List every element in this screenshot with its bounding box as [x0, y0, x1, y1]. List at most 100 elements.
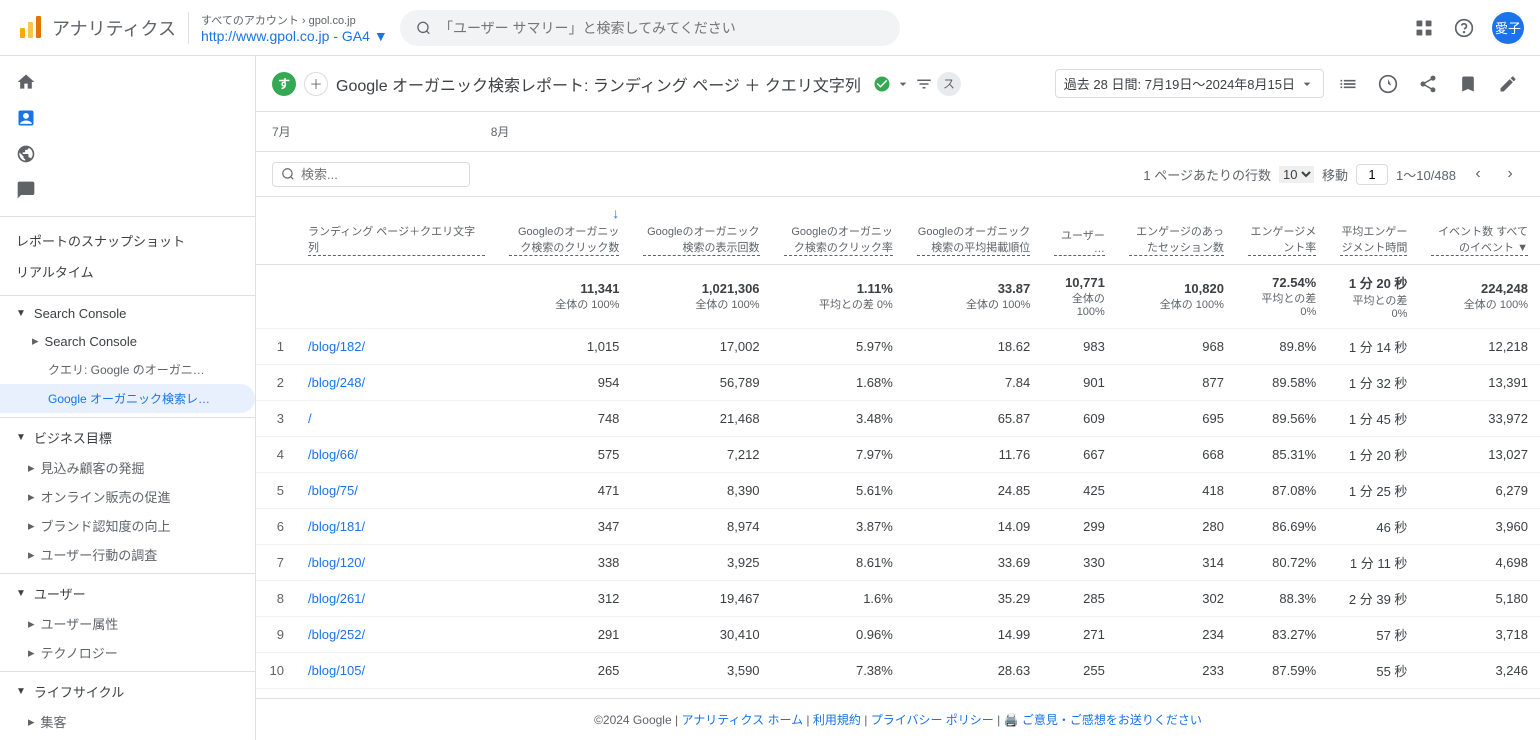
add-comparison-button[interactable]: ＋ — [304, 72, 328, 96]
col-events[interactable]: イベント数 すべてのイベント ▼ — [1419, 197, 1540, 265]
row-avg-eng: 1 分 11 秒 — [1328, 545, 1419, 581]
table-search-input[interactable] — [301, 167, 461, 182]
row-events: 3,960 — [1419, 509, 1540, 545]
rows-per-page-select[interactable]: 10 25 50 — [1279, 166, 1314, 183]
row-page[interactable]: / — [296, 401, 497, 437]
sidebar-item-lead-gen[interactable]: ▸見込み顧客の発掘 — [0, 453, 255, 482]
col-engagement-rate[interactable]: エンゲージメント率 — [1236, 197, 1328, 265]
business-goals-header[interactable]: ▼ ビジネス目標 — [0, 422, 255, 453]
row-position: 33.69 — [905, 545, 1042, 581]
lifecycle-section-header[interactable]: ▼ ライフサイクル — [0, 676, 255, 707]
sidebar-item-acquisition[interactable]: ▸集客 — [0, 707, 255, 736]
chart-type-icon[interactable] — [1332, 68, 1364, 100]
sidebar-item-search-console-sub[interactable]: ▸ Search Console — [0, 327, 255, 355]
sidebar: レポートのスナップショット リアルタイム ▼ Search Console ▸ … — [0, 56, 256, 740]
row-num: 2 — [256, 365, 296, 401]
row-eng-rate: 89.8% — [1236, 329, 1328, 365]
apps-icon[interactable] — [1412, 16, 1436, 40]
sidebar-item-advertising[interactable] — [0, 172, 255, 208]
row-position: 14.09 — [905, 509, 1042, 545]
row-engaged: 968 — [1117, 329, 1236, 365]
explore-icon — [16, 144, 36, 164]
avatar[interactable]: 愛子 — [1492, 12, 1524, 44]
prev-page-button[interactable]: ‹ — [1464, 160, 1492, 188]
help-icon[interactable] — [1452, 16, 1476, 40]
col-ctr[interactable]: Googleのオーガニック検索のクリック率 — [772, 197, 905, 265]
row-engaged: 877 — [1117, 365, 1236, 401]
sidebar-item-home[interactable] — [0, 64, 255, 100]
share-icon[interactable] — [1412, 68, 1444, 100]
row-events: 3,718 — [1419, 617, 1540, 653]
date-range-selector[interactable]: 過去 28 日間: 7月19日〜2024年8月15日 — [1055, 69, 1324, 98]
sidebar-item-brand-awareness[interactable]: ▸ブランド認知度の向上 — [0, 511, 255, 540]
property-selector[interactable]: http://www.gpol.co.jp - GA4 ▼ — [201, 28, 388, 44]
row-page[interactable]: /blog/75/ — [296, 473, 497, 509]
row-avg-eng: 57 秒 — [1328, 617, 1419, 653]
row-avg-eng: 1 分 14 秒 — [1328, 329, 1419, 365]
row-impressions: 56,789 — [631, 365, 771, 401]
pagination-info: 1〜10/488 — [1396, 165, 1456, 184]
sidebar-item-online-sales[interactable]: ▸オンライン販売の促進 — [0, 482, 255, 511]
edit-icon[interactable] — [1492, 68, 1524, 100]
row-users: 983 — [1042, 329, 1117, 365]
sidebar-item-realtime[interactable]: リアルタイム — [0, 256, 255, 287]
date-chevron-icon — [1299, 76, 1315, 92]
sidebar-item-queries[interactable]: クエリ: Google のオーガニ… — [0, 355, 255, 384]
row-impressions: 19,467 — [631, 581, 771, 617]
row-page[interactable]: /blog/261/ — [296, 581, 497, 617]
chart-area: 7月 8月 — [256, 112, 1540, 152]
table-row: 3 / 748 21,468 3.48% 65.87 609 695 89.56… — [256, 401, 1540, 437]
page-input[interactable] — [1356, 164, 1388, 185]
table-search[interactable] — [272, 162, 470, 187]
col-users[interactable]: ユーザー … — [1042, 197, 1117, 265]
row-num: 7 — [256, 545, 296, 581]
row-page[interactable]: /blog/181/ — [296, 509, 497, 545]
table-row: 2 /blog/248/ 954 56,789 1.68% 7.84 901 8… — [256, 365, 1540, 401]
filter-icon[interactable] — [915, 75, 933, 93]
search-input[interactable] — [439, 20, 884, 36]
col-avg-engagement[interactable]: 平均エンゲージメント時間 — [1328, 197, 1419, 265]
caret-icon-2: ▼ — [16, 432, 26, 443]
global-search[interactable] — [400, 10, 900, 46]
sidebar-item-engagement[interactable]: ▸エンゲージメント — [0, 736, 255, 740]
row-page[interactable]: /blog/66/ — [296, 437, 497, 473]
header-badge: す — [272, 72, 296, 96]
row-events: 4,698 — [1419, 545, 1540, 581]
row-ctr: 0.96% — [772, 617, 905, 653]
next-page-button[interactable]: › — [1496, 160, 1524, 188]
col-clicks[interactable]: ↓ Googleのオーガニック検索のクリック数 — [497, 197, 632, 265]
pagination-buttons: ‹ › — [1464, 160, 1524, 188]
compare-icon[interactable] — [1372, 68, 1404, 100]
search-console-section-header[interactable]: ▼ Search Console — [0, 300, 255, 327]
sidebar-item-snapshot[interactable]: レポートのスナップショット — [0, 225, 255, 256]
users-section-header[interactable]: ▼ ユーザー — [0, 578, 255, 609]
row-clicks: 954 — [497, 365, 632, 401]
row-page[interactable]: /blog/252/ — [296, 617, 497, 653]
sidebar-item-explore[interactable] — [0, 136, 255, 172]
footer-link-feedback[interactable]: ご意見・ご感想をお送りください — [1022, 713, 1202, 727]
home-icon — [16, 72, 36, 92]
sidebar-item-reports[interactable] — [0, 100, 255, 136]
row-page[interactable]: /blog/120/ — [296, 545, 497, 581]
footer-link-terms[interactable]: 利用規約 — [813, 713, 861, 727]
sidebar-item-technology[interactable]: ▸テクノロジー — [0, 638, 255, 667]
sidebar-item-organic-search[interactable]: Google オーガニック検索レ… — [0, 384, 255, 413]
footer-link-analytics-home[interactable]: アナリティクス ホーム — [681, 713, 803, 727]
row-page[interactable]: /blog/182/ — [296, 329, 497, 365]
footer-link-privacy[interactable]: プライバシー ポリシー — [871, 713, 994, 727]
row-page[interactable]: /blog/105/ — [296, 653, 497, 689]
col-landing[interactable]: ランディング ページ＋クエリ文字列 — [296, 197, 497, 265]
sidebar-item-user-attr[interactable]: ▸ユーザー属性 — [0, 609, 255, 638]
col-position[interactable]: Googleのオーガニック検索の平均掲載順位 — [905, 197, 1042, 265]
col-engaged-sessions[interactable]: エンゲージのあったセッション数 — [1117, 197, 1236, 265]
topbar-right: 愛子 — [1412, 12, 1524, 44]
caret-icon: ▼ — [16, 308, 26, 319]
row-position: 18.62 — [905, 329, 1042, 365]
bookmark-icon[interactable] — [1452, 68, 1484, 100]
row-page[interactable]: /blog/248/ — [296, 365, 497, 401]
row-clicks: 265 — [497, 653, 632, 689]
account-selector[interactable]: すべてのアカウント › gpol.co.jp http://www.gpol.c… — [188, 12, 388, 44]
sidebar-item-user-behavior[interactable]: ▸ユーザー行動の調査 — [0, 540, 255, 569]
row-users: 255 — [1042, 653, 1117, 689]
col-impressions[interactable]: Googleのオーガニック検索の表示回数 — [631, 197, 771, 265]
